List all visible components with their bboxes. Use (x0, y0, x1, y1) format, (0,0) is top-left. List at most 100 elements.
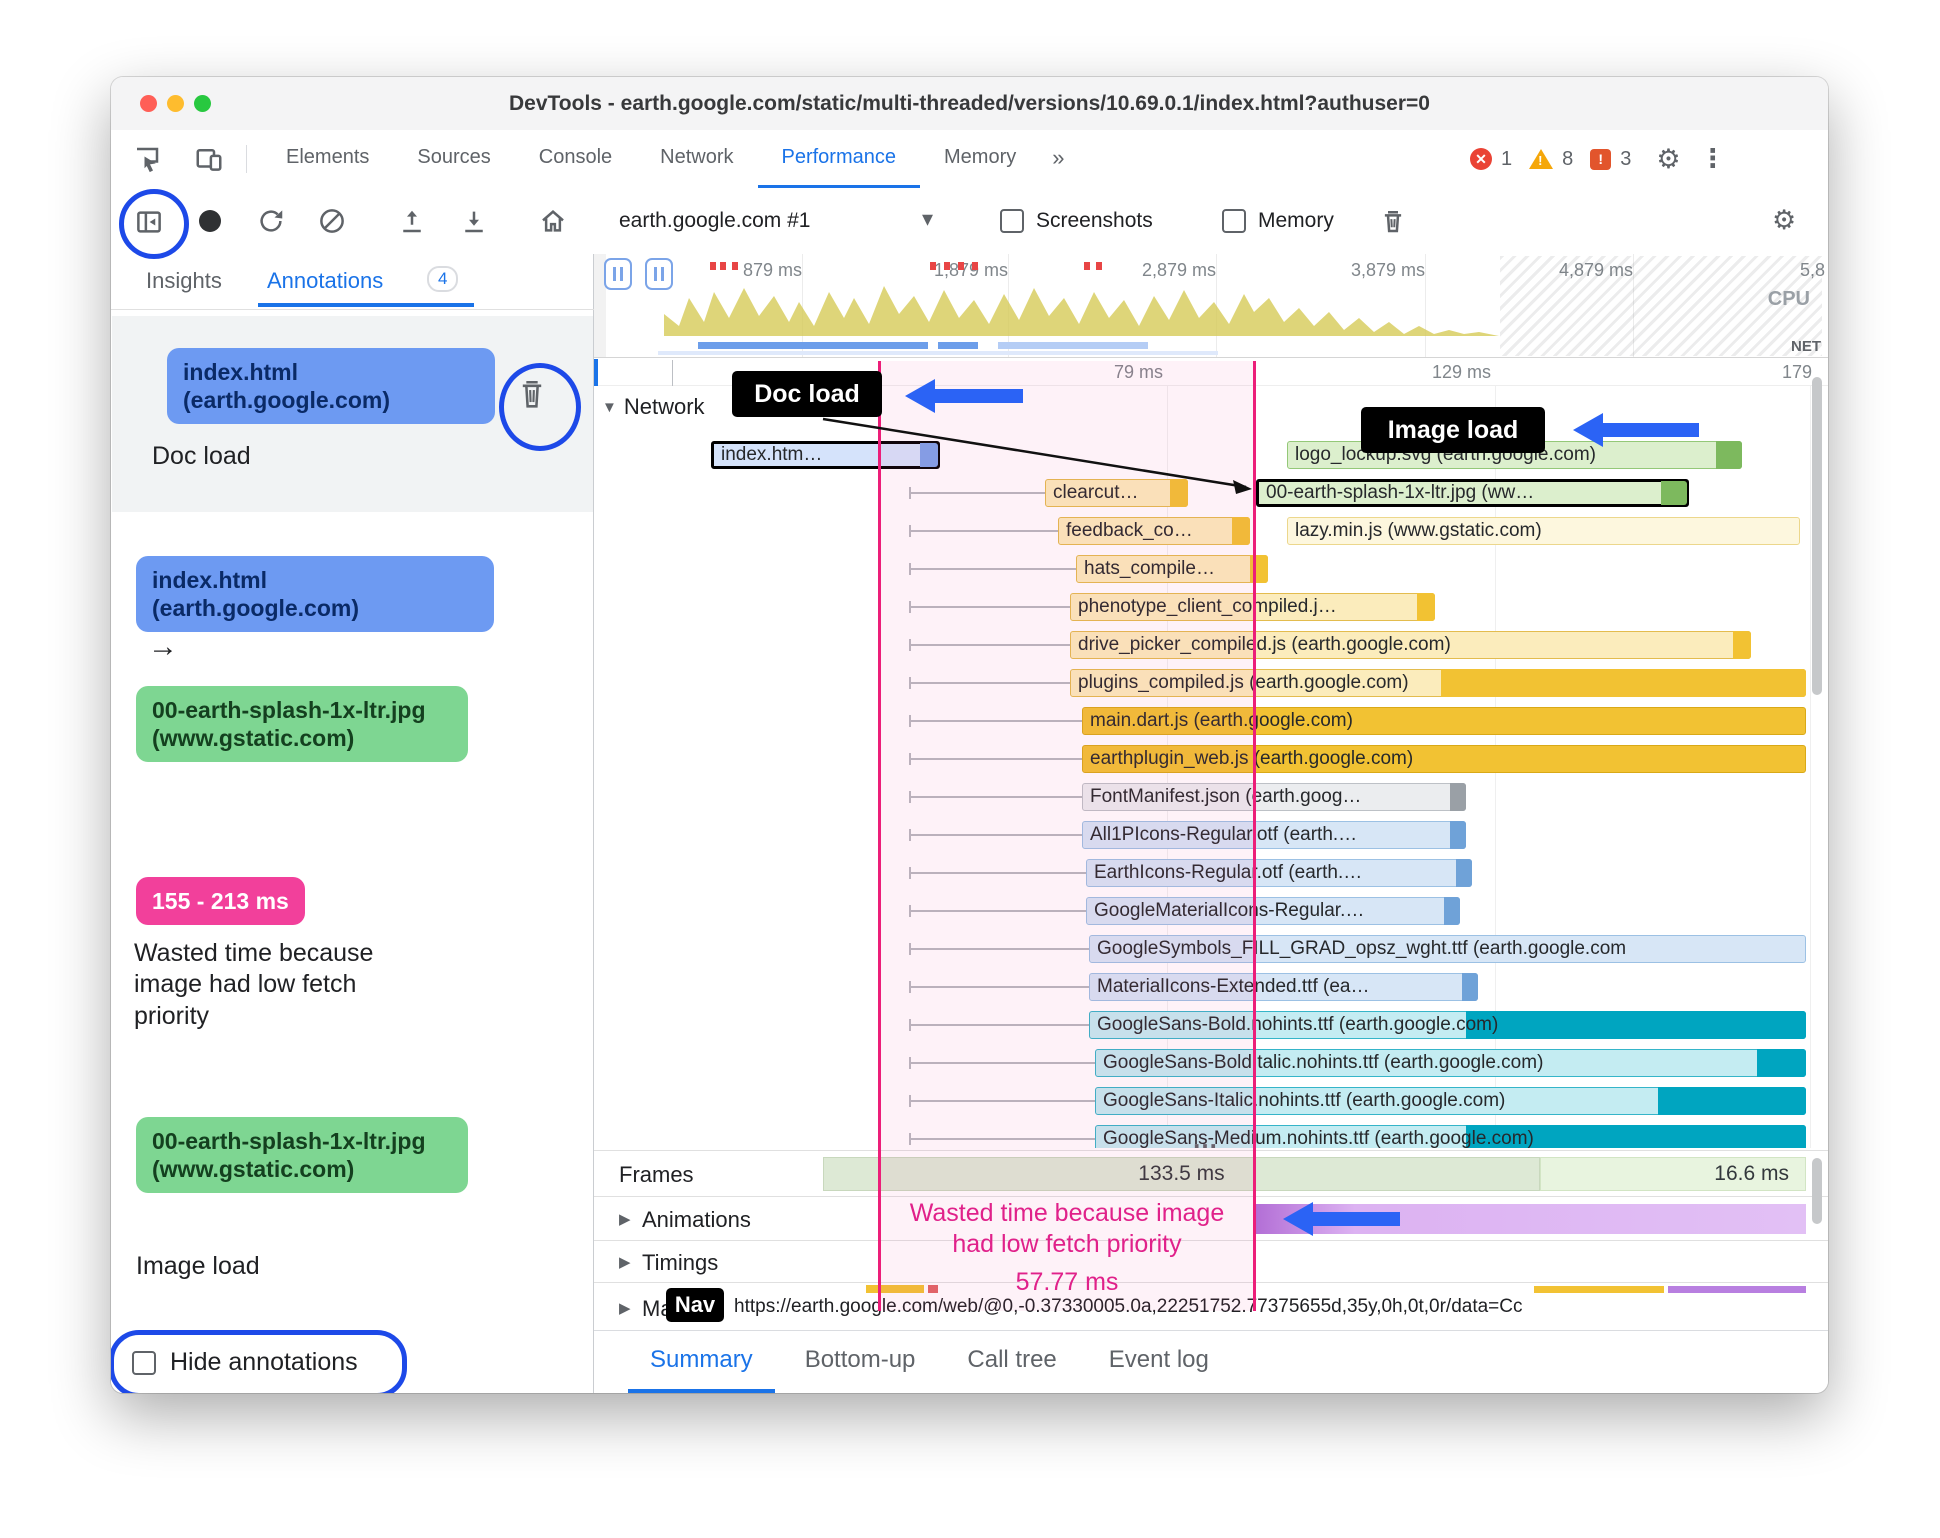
range-handle-right[interactable] (645, 258, 673, 290)
network-request-bar[interactable]: earthplugin_web.js (earth.google.com) (1082, 745, 1806, 773)
network-request-bar[interactable]: GoogleSymbols_FILL_GRAD_opsz_wght.ttf (e… (1089, 935, 1806, 963)
chevron-down-icon[interactable]: ▾ (922, 207, 933, 232)
kebab-menu-icon[interactable]: ⋮ (1700, 144, 1726, 174)
tab-console[interactable]: Console (515, 130, 636, 188)
upload-profile-icon[interactable] (397, 206, 427, 236)
network-request-bar[interactable]: MaterialIcons-Extended.ttf (ea… (1089, 973, 1478, 1001)
memory-toggle[interactable]: Memory (1222, 188, 1334, 254)
tab-performance[interactable]: Performance (757, 130, 920, 188)
network-request-bar[interactable]: feedback_co… (1058, 517, 1250, 545)
network-scrollbar[interactable] (1812, 377, 1822, 695)
network-request-bar[interactable]: clearcut… (1045, 479, 1188, 507)
annotation-pill-range[interactable]: 155 - 213 ms (136, 877, 305, 926)
range-handle-left[interactable] (604, 258, 632, 290)
network-request-bar[interactable]: GoogleSans-Italic.nohints.ttf (earth.goo… (1095, 1087, 1806, 1115)
request-label: FontManifest.json (earth.goog… (1090, 786, 1362, 807)
network-request-bar[interactable]: drive_picker_compiled.js (earth.google.c… (1070, 631, 1751, 659)
annotation-pill-link-from[interactable]: index.html (earth.google.com) (136, 556, 494, 633)
request-whisker (909, 525, 1058, 537)
request-label: GoogleSans-Medium.nohints.ttf (earth.goo… (1103, 1128, 1534, 1148)
clear-button[interactable] (317, 206, 347, 236)
annotation-pill-image[interactable]: 00-earth-splash-1x-ltr.jpg (www.gstatic.… (136, 1117, 468, 1194)
network-request-bar[interactable]: FontManifest.json (earth.goog… (1082, 783, 1466, 811)
network-request-bar[interactable]: phenotype_client_compiled.j… (1070, 593, 1435, 621)
network-request-bar[interactable]: index.htm… (711, 441, 940, 469)
frames-track[interactable]: Frames 133.5 ms 16.6 ms (594, 1150, 1828, 1196)
hide-annotations-toggle[interactable]: Hide annotations (132, 1348, 358, 1377)
session-select[interactable]: earth.google.com #1 (619, 188, 810, 254)
network-request-bar[interactable]: EarthIcons-Regular.otf (earth.… (1086, 859, 1472, 887)
request-whisker (909, 1057, 1095, 1069)
annotation-label-wasted: Wasted time because image had low fetch … (134, 939, 374, 1030)
frame-bar-2[interactable]: 16.6 ms (1540, 1157, 1806, 1191)
annotation-pill-doc[interactable]: index.html (earth.google.com) (167, 348, 495, 425)
tab-network[interactable]: Network (636, 130, 757, 188)
network-track-header[interactable]: ▼ Network (602, 394, 705, 420)
record-button[interactable] (199, 210, 221, 232)
request-end-cap (920, 443, 938, 467)
network-request-bar[interactable]: hats_compile… (1076, 555, 1268, 583)
performance-settings-gear-icon[interactable]: ⚙ (1772, 205, 1796, 236)
request-label: plugins_compiled.js (earth.google.com) (1078, 672, 1409, 693)
request-label: lazy.min.js (www.gstatic.com) (1295, 520, 1542, 541)
net-lane-label: NET (1791, 338, 1821, 355)
tab-elements[interactable]: Elements (262, 130, 393, 188)
annotation-pill-link-to[interactable]: 00-earth-splash-1x-ltr.jpg (www.gstatic.… (136, 686, 468, 763)
timings-track-label: Timings (642, 1250, 719, 1275)
request-end-cap (1456, 859, 1472, 887)
inspect-element-icon[interactable] (132, 144, 162, 174)
tracks-scrollbar[interactable] (1812, 1158, 1822, 1224)
network-request-bar[interactable]: main.dart.js (earth.google.com) (1082, 707, 1806, 735)
collect-garbage-icon[interactable] (1378, 206, 1408, 236)
network-request-bar[interactable]: GoogleSans-BoldItalic.nohints.ttf (earth… (1095, 1049, 1806, 1077)
screenshots-toggle[interactable]: Screenshots (1000, 188, 1153, 254)
network-request-bar[interactable]: GoogleSans-Bold.nohints.ttf (earth.googl… (1089, 1011, 1806, 1039)
frame-bar-1[interactable]: 133.5 ms (823, 1157, 1540, 1191)
screenshots-checkbox[interactable] (1000, 209, 1024, 233)
network-request-bar[interactable]: 00-earth-splash-1x-ltr.jpg (ww… (1256, 479, 1689, 507)
request-whisker (909, 867, 1086, 879)
network-request-bar[interactable]: GoogleMaterialIcons-Regular.… (1086, 897, 1460, 925)
network-request-bar[interactable]: lazy.min.js (www.gstatic.com) (1287, 517, 1800, 545)
request-whisker (909, 715, 1082, 727)
tab-memory[interactable]: Memory (920, 130, 1040, 188)
request-label: feedback_co… (1066, 520, 1193, 541)
bottom-tab-bottom-up[interactable]: Bottom-up (783, 1331, 938, 1393)
issues-icon[interactable]: ! (1590, 148, 1612, 170)
tab-sources[interactable]: Sources (393, 130, 514, 188)
network-request-bar[interactable]: GoogleSans-Medium.nohints.ttf (earth.goo… (1095, 1125, 1806, 1148)
animation-bar[interactable] (1256, 1204, 1806, 1234)
status-badges: ✕ 1 ! 8 ! 3 ⚙ ⋮ (1470, 130, 1726, 188)
tabbar-separator (246, 145, 247, 173)
error-icon[interactable]: ✕ (1470, 148, 1492, 170)
timings-collapse-icon[interactable]: ▶ (619, 1253, 631, 1271)
main-collapse-icon[interactable]: ▶ (619, 1299, 631, 1317)
bottom-tab-summary[interactable]: Summary (628, 1331, 775, 1393)
home-icon[interactable] (538, 206, 568, 236)
delete-annotation-icon[interactable] (515, 376, 549, 414)
request-whisker (909, 981, 1089, 993)
wasted-time-annotation[interactable]: Wasted time because image had low fetch … (895, 1198, 1239, 1298)
memory-checkbox[interactable] (1222, 209, 1246, 233)
reload-record-button[interactable] (256, 206, 286, 236)
warning-icon[interactable]: ! (1529, 149, 1554, 169)
tab-insights[interactable]: Insights (146, 268, 222, 294)
memory-label: Memory (1258, 209, 1334, 232)
collapse-triangle-icon[interactable]: ▼ (602, 399, 617, 416)
network-request-bar[interactable]: plugins_compiled.js (earth.google.com) (1070, 669, 1806, 697)
timeline-minimap[interactable]: 879 ms1,879 ms2,879 ms3,879 ms4,879 ms5,… (594, 254, 1828, 358)
settings-gear-icon[interactable]: ⚙ (1656, 144, 1680, 175)
animations-collapse-icon[interactable]: ▶ (619, 1210, 631, 1228)
download-profile-icon[interactable] (459, 206, 489, 236)
device-toolbar-icon[interactable] (194, 144, 224, 174)
request-label: GoogleSans-BoldItalic.nohints.ttf (earth… (1103, 1052, 1544, 1073)
toggle-sidebar-icon[interactable] (134, 207, 164, 237)
hide-annotations-checkbox[interactable] (132, 1350, 156, 1375)
image-load-annotation-label[interactable]: Image load (1361, 407, 1545, 453)
doc-load-annotation-label[interactable]: Doc load (732, 371, 882, 417)
tab-annotations[interactable]: Annotations (267, 268, 383, 294)
network-request-bar[interactable]: All1PIcons-Regular.otf (earth.… (1082, 821, 1466, 849)
bottom-tab-event-log[interactable]: Event log (1087, 1331, 1231, 1393)
bottom-tab-call-tree[interactable]: Call tree (945, 1331, 1078, 1393)
more-tabs-icon[interactable]: » (1040, 130, 1076, 188)
